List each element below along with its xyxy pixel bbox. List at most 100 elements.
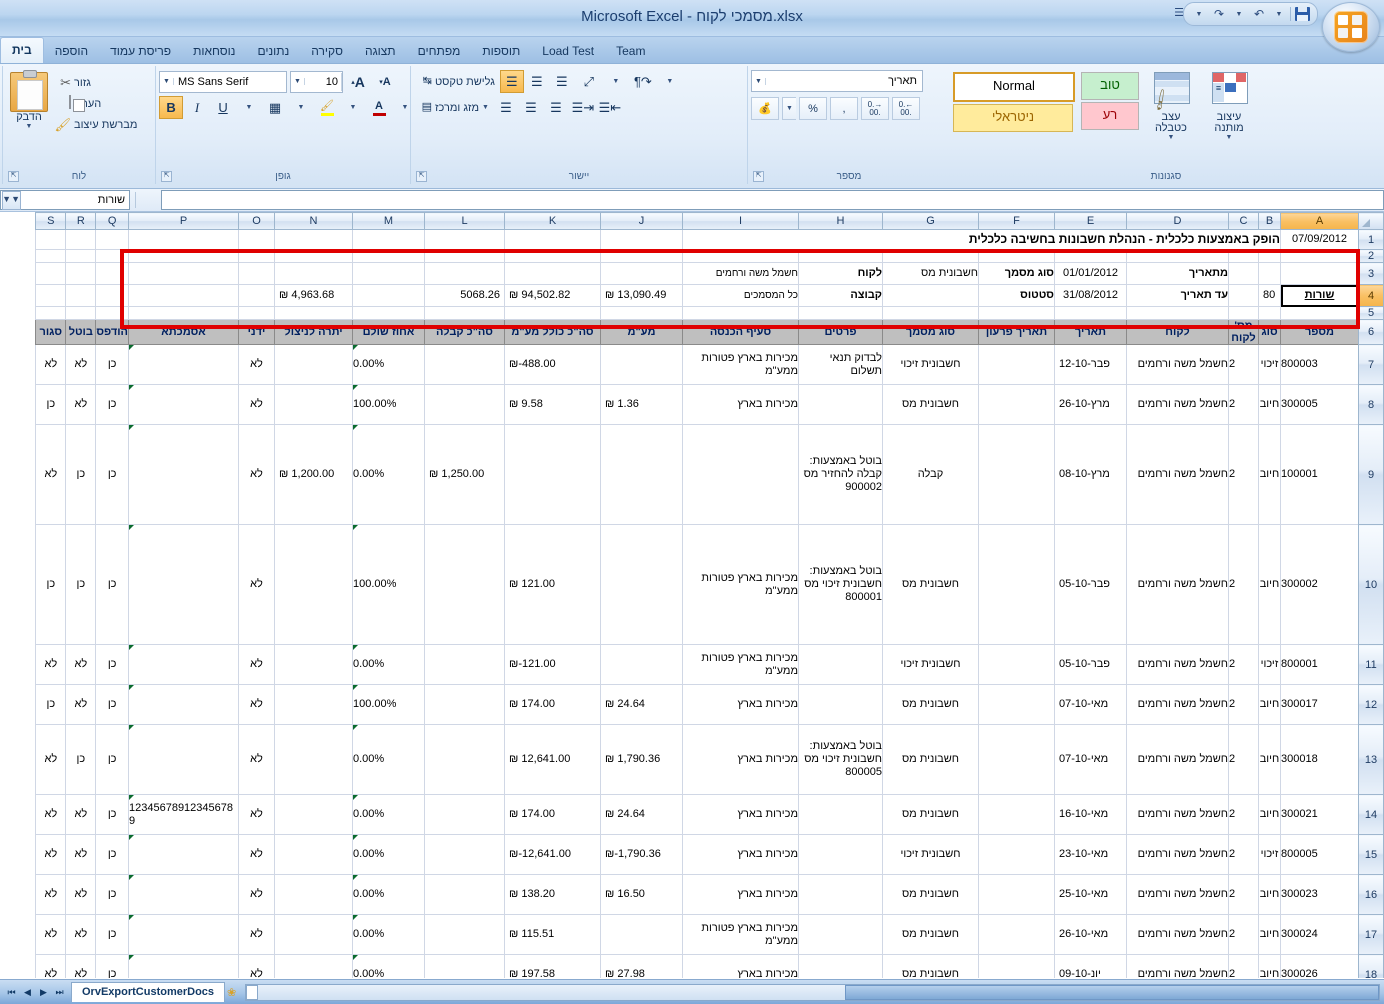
cell-E[interactable]: 26-מרץ-10	[1054, 384, 1127, 425]
number-format-combo[interactable]: ▼ תאריך	[751, 70, 923, 92]
cell-C[interactable]: 2	[1228, 834, 1259, 875]
row-header-15[interactable]: 15	[1358, 834, 1384, 875]
cell-C[interactable]: 2	[1228, 644, 1259, 685]
cell-F[interactable]	[978, 954, 1055, 978]
cell-L[interactable]	[424, 914, 505, 955]
cell-S[interactable]: כן	[35, 524, 67, 645]
cell-F[interactable]	[978, 794, 1055, 835]
cell-D[interactable]: עד תאריך	[1126, 284, 1229, 307]
cell-R[interactable]	[65, 284, 97, 307]
cell-N[interactable]	[274, 914, 353, 955]
cell-J[interactable]: ₪ 16.50	[600, 874, 683, 915]
cell-B[interactable]: חיוב	[1258, 794, 1281, 835]
cell-A[interactable]: 300024	[1280, 914, 1359, 955]
tab-page-layout[interactable]: פריסת עמוד	[99, 39, 182, 63]
cell-J[interactable]: ₪-1,790.36	[600, 834, 683, 875]
comma-format-icon[interactable]: ,	[830, 97, 858, 120]
cell-G[interactable]: חשבונית מס	[882, 914, 979, 955]
style-bad[interactable]: רע	[1081, 102, 1139, 130]
align-center-icon[interactable]: ☰	[519, 96, 543, 119]
percent-format-icon[interactable]: %	[799, 97, 827, 120]
font-size-dropdown-icon[interactable]: ▼	[291, 78, 305, 85]
orientation-icon[interactable]: ⤢	[577, 70, 601, 93]
cell-J[interactable]: ₪ 1,790.36	[600, 724, 683, 795]
cell-L[interactable]: ₪ 1,250.00	[424, 424, 505, 525]
cell-L[interactable]	[424, 262, 505, 285]
cell-N[interactable]	[274, 724, 353, 795]
cell-C[interactable]: 2	[1228, 524, 1259, 645]
cell-H[interactable]	[798, 249, 883, 263]
cell-R[interactable]: לא	[65, 344, 97, 385]
cell-R[interactable]: לא	[65, 684, 97, 725]
cell-S[interactable]	[35, 262, 67, 285]
cell-A[interactable]: שורות	[1280, 284, 1359, 307]
cell-J[interactable]: ₪ 13,090.49	[600, 284, 683, 307]
cell-G[interactable]: חשבונית מס	[882, 262, 979, 285]
cell-G[interactable]: חשבונית זיכוי	[882, 644, 979, 685]
cell-G[interactable]	[882, 249, 979, 263]
table-column-header[interactable]: סעיף הכנסה	[682, 319, 799, 345]
first-sheet-icon[interactable]: ⏮	[4, 985, 19, 1000]
previous-sheet-icon[interactable]: ◀	[20, 985, 35, 1000]
cell-P[interactable]	[128, 724, 239, 795]
cell-H[interactable]: בוטל באמצעות: חשבונית זיכוי מס 800005	[798, 724, 883, 795]
column-header-M[interactable]: M	[352, 212, 425, 230]
cell-M[interactable]: 0.00%	[352, 874, 425, 915]
cell-Q[interactable]: כן	[95, 874, 129, 915]
cell-N[interactable]	[274, 306, 353, 320]
align-bottom-icon[interactable]: ☰	[499, 70, 524, 93]
cell-O[interactable]: לא	[238, 424, 275, 525]
cell-P[interactable]	[128, 874, 239, 915]
cell-R[interactable]	[65, 249, 97, 263]
cell-F[interactable]: סוג מסמך	[978, 262, 1055, 285]
cell-H[interactable]	[798, 644, 883, 685]
cell-C[interactable]: 2	[1228, 914, 1259, 955]
tab-data[interactable]: נתונים	[246, 39, 300, 63]
cell-G[interactable]: חשבונית מס	[882, 524, 979, 645]
cell-E[interactable]: 05-פבר-10	[1054, 524, 1127, 645]
column-header-I[interactable]: I	[682, 212, 799, 230]
cell-C[interactable]: 2	[1228, 344, 1259, 385]
cell-G[interactable]	[882, 284, 979, 307]
cell-P[interactable]	[128, 284, 239, 307]
cell-P[interactable]	[128, 644, 239, 685]
cell-G[interactable]: חשבונית מס	[882, 684, 979, 725]
cell-N[interactable]	[274, 384, 353, 425]
cell-S[interactable]: לא	[35, 914, 67, 955]
cell-P[interactable]	[128, 834, 239, 875]
cell-L[interactable]	[424, 384, 505, 425]
cell-K[interactable]: ₪ 115.51	[504, 914, 601, 955]
row-header-10[interactable]: 10	[1358, 524, 1384, 645]
next-sheet-icon[interactable]: ▶	[36, 985, 51, 1000]
cell-E[interactable]: 05-פבר-10	[1054, 644, 1127, 685]
cell-N[interactable]	[274, 262, 353, 285]
cell-D[interactable]: חשמל משה ורחמים	[1126, 794, 1229, 835]
cell-K[interactable]: ₪ 121.00	[504, 524, 601, 645]
cell-H[interactable]	[798, 874, 883, 915]
cell-H[interactable]: קבוצה	[798, 284, 883, 307]
text-direction-rtl-icon[interactable]: ↷¶	[631, 70, 655, 93]
cell-H[interactable]	[798, 834, 883, 875]
merge-center-button[interactable]: ▤ מזג ומרכז ▼	[414, 99, 491, 117]
borders-icon[interactable]: ▦	[263, 96, 287, 119]
cell-O[interactable]: לא	[238, 874, 275, 915]
cell-J[interactable]	[600, 524, 683, 645]
cell-B[interactable]	[1258, 249, 1281, 263]
row-header-2[interactable]: 2	[1358, 249, 1384, 263]
cell-I[interactable]: כל המסמכים	[682, 284, 799, 307]
cell-L[interactable]	[424, 724, 505, 795]
insert-sheet-icon[interactable]: ❀	[227, 986, 236, 999]
style-good[interactable]: טוב	[1081, 72, 1139, 100]
clipboard-dialog-launcher[interactable]: ⇱	[8, 171, 19, 182]
expand-formula-bar-icon[interactable]: ▼▼	[2, 191, 21, 210]
cell-A[interactable]: 300005	[1280, 384, 1359, 425]
cell-R[interactable]: לא	[65, 954, 97, 978]
cell-O[interactable]: לא	[238, 644, 275, 685]
cell-R[interactable]	[65, 229, 97, 250]
column-header-B[interactable]: B	[1258, 212, 1281, 230]
cell-R[interactable]: לא	[65, 874, 97, 915]
sheet-tab[interactable]: OrvExportCustomerDocs	[71, 982, 226, 1002]
cell-P[interactable]	[128, 914, 239, 955]
cell-Q[interactable]	[95, 262, 129, 285]
cell-H[interactable]: לקוח	[798, 262, 883, 285]
